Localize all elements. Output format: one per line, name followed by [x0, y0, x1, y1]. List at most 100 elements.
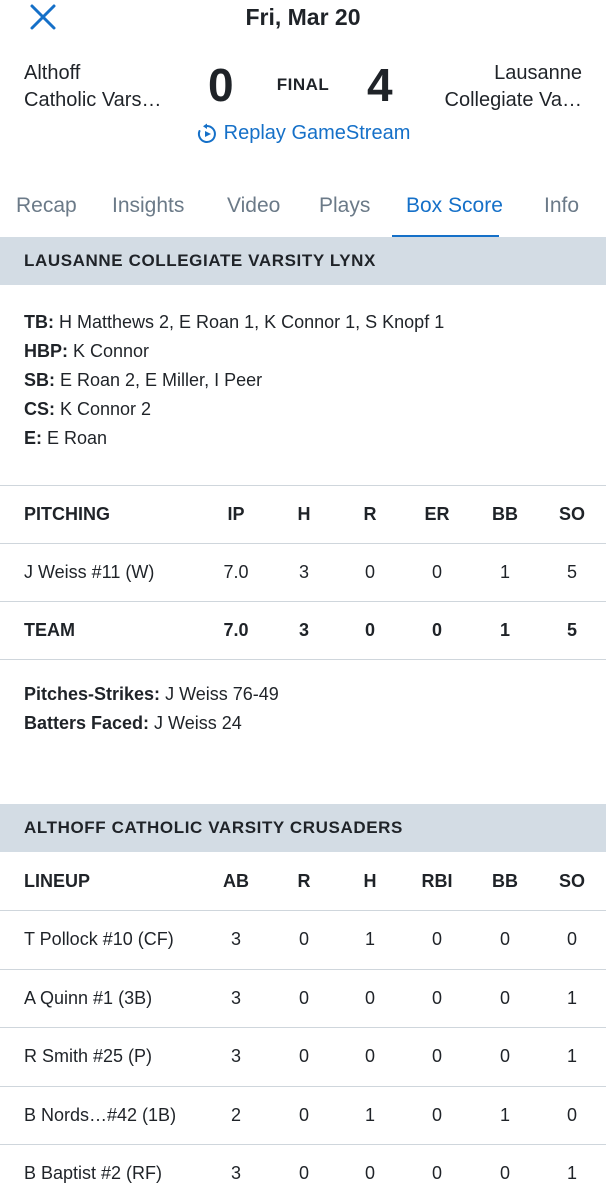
- player-name: A Quinn #1 (3B): [24, 988, 153, 1008]
- stat-r: 0: [364, 562, 375, 582]
- note-key: HBP:: [24, 341, 68, 361]
- stat-r: 0: [298, 929, 309, 949]
- note-value: J Weiss 24: [149, 713, 242, 733]
- tab-insights[interactable]: Insights: [112, 194, 184, 218]
- lineup-col-name: LINEUP: [24, 871, 91, 891]
- stat-ip: 7.0: [223, 562, 249, 582]
- replay-label: Replay GameStream: [223, 122, 411, 144]
- replay-gamestream-button[interactable]: Replay GameStream: [0, 122, 606, 145]
- total-r: 0: [364, 620, 375, 640]
- note-line: CS: K Connor 2: [24, 395, 444, 424]
- col-bb: BB: [492, 504, 518, 524]
- total-ip: 7.0: [223, 620, 249, 640]
- away-team-name[interactable]: Lausanne Collegiate Va…: [445, 60, 582, 114]
- stat-er: 0: [431, 562, 442, 582]
- stat-rbi: 0: [431, 988, 442, 1008]
- divider: [0, 659, 606, 660]
- col-h: H: [297, 504, 311, 524]
- stat-r: 0: [298, 1105, 309, 1125]
- stat-rbi: 0: [431, 929, 442, 949]
- player-name: T Pollock #10 (CF): [24, 929, 174, 949]
- stat-ab: 3: [230, 988, 241, 1008]
- stat-bb: 0: [499, 1046, 510, 1066]
- lausanne-batting-notes: TB: H Matthews 2, E Roan 1, K Connor 1, …: [24, 308, 444, 453]
- tab-recap[interactable]: Recap: [16, 194, 77, 218]
- stat-rbi: 0: [431, 1163, 442, 1183]
- note-key: SB:: [24, 370, 55, 390]
- note-line: Pitches-Strikes: J Weiss 76-49: [24, 680, 279, 709]
- note-value: E Roan: [42, 428, 108, 448]
- pitcher-name: J Weiss #11 (W): [24, 562, 155, 582]
- col-h: H: [363, 871, 377, 891]
- player-name: B Baptist #2 (RF): [24, 1163, 163, 1183]
- note-value: K Connor 2: [55, 399, 152, 419]
- note-key: Pitches-Strikes:: [24, 684, 161, 704]
- section-header-althoff: ALTHOFF CATHOLIC VARSITY CRUSADERS: [0, 804, 606, 852]
- col-ab: AB: [223, 871, 249, 891]
- game-date: Fri, Mar 20: [245, 4, 361, 30]
- note-line: Batters Faced: J Weiss 24: [24, 709, 279, 738]
- lineup-row[interactable]: R Smith #25 (P) 3 0 0 0 0 1: [0, 1027, 606, 1085]
- away-score: 4: [367, 59, 393, 111]
- lineup-row[interactable]: B Nords…#42 (1B) 2 0 1 0 1 0: [0, 1086, 606, 1144]
- stat-h: 0: [364, 988, 375, 1008]
- stat-rbi: 0: [431, 1046, 442, 1066]
- away-team-line2: Collegiate Va…: [444, 89, 582, 111]
- stat-ab: 3: [230, 1163, 241, 1183]
- replay-icon: [197, 123, 216, 143]
- note-value: H Matthews 2, E Roan 1, K Connor 1, S Kn…: [54, 312, 445, 332]
- stat-h: 1: [364, 1105, 375, 1125]
- stat-bb: 1: [499, 1105, 510, 1125]
- stat-so: 1: [566, 988, 577, 1008]
- col-so: SO: [558, 871, 585, 891]
- col-rbi: RBI: [421, 871, 453, 891]
- note-value: K Connor: [68, 341, 150, 361]
- stat-rbi: 0: [431, 1105, 442, 1125]
- total-er: 0: [431, 620, 442, 640]
- pitching-header-row: PITCHING IP H R ER BB SO: [0, 485, 606, 543]
- stat-h: 0: [364, 1163, 375, 1183]
- stat-r: 0: [298, 988, 309, 1008]
- stat-so: 0: [566, 1105, 577, 1125]
- stat-bb: 0: [499, 929, 510, 949]
- stat-ab: 3: [230, 1046, 241, 1066]
- total-h: 3: [298, 620, 309, 640]
- section-header-lausanne: LAUSANNE COLLEGIATE VARSITY LYNX: [0, 237, 606, 285]
- col-r: R: [297, 871, 311, 891]
- team-total-label: TEAM: [24, 620, 75, 640]
- col-so: SO: [558, 504, 585, 524]
- note-line: E: E Roan: [24, 424, 444, 453]
- stat-h: 1: [364, 929, 375, 949]
- note-line: TB: H Matthews 2, E Roan 1, K Connor 1, …: [24, 308, 444, 337]
- col-er: ER: [424, 504, 450, 524]
- top-bar: Fri, Mar 20: [0, 0, 606, 36]
- tab-video[interactable]: Video: [227, 194, 280, 218]
- tab-info[interactable]: Info: [544, 194, 579, 218]
- stat-h: 3: [298, 562, 309, 582]
- col-r: R: [363, 504, 377, 524]
- stat-so: 5: [566, 562, 577, 582]
- note-key: Batters Faced:: [24, 713, 150, 733]
- note-line: HBP: K Connor: [24, 337, 444, 366]
- pitching-notes: Pitches-Strikes: J Weiss 76-49 Batters F…: [24, 680, 279, 738]
- lineup-row[interactable]: B Baptist #2 (RF) 3 0 0 0 0 1: [0, 1144, 606, 1200]
- note-value: E Roan 2, E Miller, I Peer: [55, 370, 263, 390]
- lineup-row[interactable]: A Quinn #1 (3B) 3 0 0 0 0 1: [0, 969, 606, 1027]
- pitcher-row[interactable]: J Weiss #11 (W) 7.0 3 0 0 1 5: [0, 543, 606, 601]
- total-so: 5: [566, 620, 577, 640]
- away-team-line1: Lausanne: [494, 62, 582, 84]
- stat-bb: 0: [499, 988, 510, 1008]
- player-name: R Smith #25 (P): [24, 1046, 153, 1066]
- note-key: TB:: [24, 312, 54, 332]
- lineup-row[interactable]: T Pollock #10 (CF) 3 0 1 0 0 0: [0, 910, 606, 968]
- tab-box-score[interactable]: Box Score: [406, 194, 503, 218]
- stat-so: 0: [566, 929, 577, 949]
- stat-bb: 0: [499, 1163, 510, 1183]
- stat-r: 0: [298, 1046, 309, 1066]
- note-line: SB: E Roan 2, E Miller, I Peer: [24, 366, 444, 395]
- tab-plays[interactable]: Plays: [319, 194, 370, 218]
- total-bb: 1: [499, 620, 510, 640]
- stat-bb: 1: [499, 562, 510, 582]
- lineup-header-row: LINEUP AB R H RBI BB SO: [0, 852, 606, 910]
- stat-so: 1: [566, 1046, 577, 1066]
